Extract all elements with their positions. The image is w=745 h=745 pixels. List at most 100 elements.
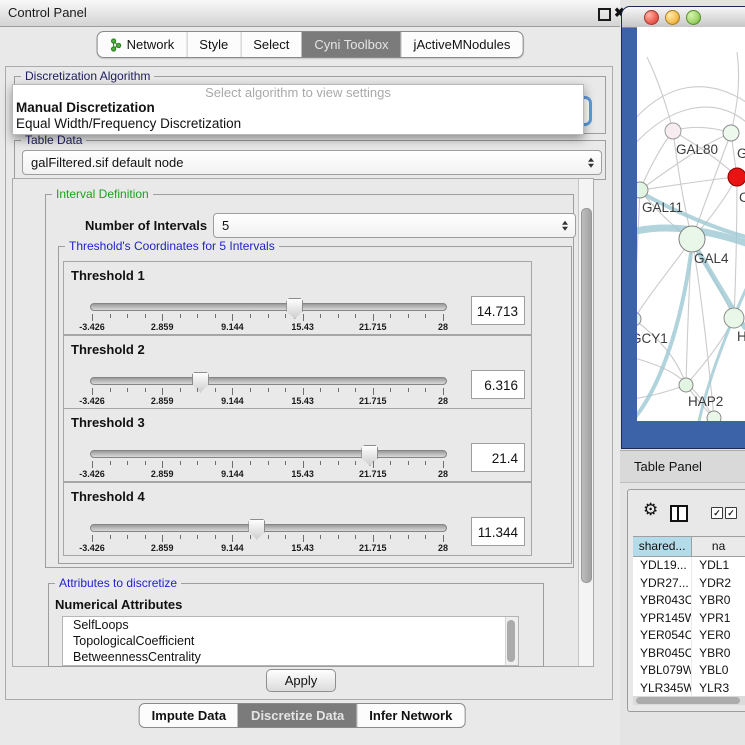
hap2-node[interactable] bbox=[679, 378, 693, 392]
tab-infer-network[interactable]: Infer Network bbox=[356, 704, 464, 727]
slider-track[interactable] bbox=[90, 303, 447, 311]
tick-label: 2.859 bbox=[137, 543, 187, 553]
slider-thumb[interactable] bbox=[286, 298, 303, 319]
combo-stepper-icon bbox=[588, 157, 594, 168]
column-header-shared[interactable]: shared... bbox=[633, 537, 692, 556]
cell-name[interactable]: YLR3 bbox=[692, 680, 745, 697]
network-edge bbox=[637, 239, 692, 319]
attribute-item-selfloops[interactable]: SelfLoops bbox=[63, 617, 518, 633]
checkbox-icon[interactable]: ✓ bbox=[725, 507, 737, 519]
tick-mark bbox=[162, 314, 163, 321]
table-panel-header: Table Panel bbox=[620, 450, 745, 483]
close-light-icon[interactable] bbox=[644, 10, 659, 25]
numerical-attributes-list[interactable]: SelfLoopsTopologicalCoefficientBetweenne… bbox=[62, 616, 519, 666]
list-scrollbar-thumb[interactable] bbox=[507, 620, 515, 662]
table-row[interactable]: YDR27...YDR2 bbox=[633, 575, 745, 593]
cell-name[interactable]: YDL1 bbox=[692, 557, 745, 575]
tick-mark bbox=[268, 314, 269, 318]
list-vertical-scrollbar[interactable] bbox=[505, 617, 518, 665]
columns-icon[interactable] bbox=[670, 505, 688, 522]
threshold-value-field[interactable]: 11.344 bbox=[471, 517, 525, 546]
tick-label: 28 bbox=[418, 322, 468, 332]
threshold-value-field[interactable]: 6.316 bbox=[471, 370, 525, 399]
table-data-selected-value: galFiltered.sif default node bbox=[31, 155, 183, 170]
tab-jactivemnodules[interactable]: jActiveMNodules bbox=[401, 32, 523, 57]
table-row[interactable]: YPR145WYPR1 bbox=[633, 610, 745, 628]
cell-name[interactable]: YER0 bbox=[692, 627, 745, 645]
cell-shared-name[interactable]: YBR045C bbox=[633, 645, 692, 663]
cell-shared-name[interactable]: YBR043C bbox=[633, 592, 692, 610]
dropdown-option-equal-width-frequency-discretization[interactable]: Equal Width/Frequency Discretization bbox=[13, 116, 583, 132]
column-header-name[interactable]: na bbox=[692, 537, 745, 556]
tick-mark bbox=[127, 314, 128, 318]
gear-icon[interactable]: ⚙ bbox=[643, 500, 658, 520]
node-label-hap2: HAP2 bbox=[688, 394, 723, 409]
table-row[interactable]: YLR345WYLR3 bbox=[633, 680, 745, 697]
threshold-value-field[interactable]: 14.713 bbox=[471, 296, 525, 325]
tick-label: 2.859 bbox=[137, 322, 187, 332]
minimize-light-icon[interactable] bbox=[665, 10, 680, 25]
apply-button[interactable]: Apply bbox=[266, 669, 336, 692]
table-data-combobox[interactable]: galFiltered.sif default node bbox=[22, 150, 602, 175]
table-horizontal-scrollbar[interactable] bbox=[633, 696, 745, 705]
cell-shared-name[interactable]: YDR27... bbox=[633, 575, 692, 593]
network-edge bbox=[647, 57, 673, 131]
table-row[interactable]: YBL079WYBL0 bbox=[633, 662, 745, 680]
gal11-node[interactable] bbox=[637, 182, 648, 198]
float-icon[interactable] bbox=[598, 8, 611, 21]
zoom-light-icon[interactable] bbox=[686, 10, 701, 25]
slider-track[interactable] bbox=[90, 377, 447, 385]
tab-cyni-toolbox[interactable]: Cyni Toolbox bbox=[301, 32, 400, 57]
table-row[interactable]: YBR045CYBR0 bbox=[633, 645, 745, 663]
tick-mark bbox=[215, 388, 216, 392]
tab-select[interactable]: Select bbox=[240, 32, 301, 57]
bottom-tabbar: Impute DataDiscretize DataInfer Network bbox=[139, 703, 466, 728]
cell-shared-name[interactable]: YER054C bbox=[633, 627, 692, 645]
cell-shared-name[interactable]: YBL079W bbox=[633, 662, 692, 680]
tick-mark bbox=[180, 388, 181, 392]
number-of-intervals-combobox[interactable]: 5 bbox=[213, 213, 576, 238]
red-node[interactable] bbox=[728, 168, 745, 186]
table-row[interactable]: YER054CYER0 bbox=[633, 627, 745, 645]
slider-thumb[interactable] bbox=[361, 445, 378, 466]
tick-mark bbox=[127, 388, 128, 392]
attribute-item-betweennesscentrality[interactable]: BetweennessCentrality bbox=[63, 649, 518, 665]
tick-mark bbox=[232, 314, 233, 321]
network-canvas[interactable]: GAL80GACGAL11GAL4GCY1HHAP2 bbox=[637, 27, 745, 421]
network-icon bbox=[110, 38, 122, 52]
network-graph[interactable]: GAL80GACGAL11GAL4GCY1HHAP2 bbox=[637, 27, 745, 421]
tab-impute-data[interactable]: Impute Data bbox=[140, 704, 238, 727]
slider-track[interactable] bbox=[90, 524, 447, 532]
node-label-gal80: GAL80 bbox=[676, 142, 718, 157]
table-row[interactable]: YDL19...YDL1 bbox=[633, 557, 745, 575]
network-view-window: GAL80GACGAL11GAL4GCY1HHAP2 bbox=[621, 6, 745, 449]
gal4-node[interactable] bbox=[679, 226, 705, 252]
cell-shared-name[interactable]: YDL19... bbox=[633, 557, 692, 575]
attribute-item-topologicalcoefficient[interactable]: TopologicalCoefficient bbox=[63, 633, 518, 649]
cell-name[interactable]: YBR0 bbox=[692, 645, 745, 663]
cell-name[interactable]: YDR2 bbox=[692, 575, 745, 593]
pane-vertical-scrollbar[interactable] bbox=[578, 179, 593, 666]
cell-name[interactable]: YBL0 bbox=[692, 662, 745, 680]
cell-shared-name[interactable]: YLR345W bbox=[633, 680, 692, 697]
top-right-node[interactable] bbox=[723, 125, 739, 141]
table-scrollbar-thumb[interactable] bbox=[636, 697, 740, 704]
tick-mark bbox=[373, 314, 374, 321]
slider-thumb[interactable] bbox=[192, 372, 209, 393]
cell-name[interactable]: YBR0 bbox=[692, 592, 745, 610]
bottom-node[interactable] bbox=[707, 411, 721, 421]
right-node[interactable] bbox=[724, 308, 744, 328]
cell-shared-name[interactable]: YPR145W bbox=[633, 610, 692, 628]
threshold-value-field[interactable]: 21.4 bbox=[471, 443, 525, 472]
gal80-node[interactable] bbox=[665, 123, 681, 139]
dropdown-option-manual-discretization[interactable]: Manual Discretization bbox=[13, 100, 583, 116]
slider-thumb[interactable] bbox=[248, 519, 265, 540]
checkbox-icon[interactable]: ✓ bbox=[711, 507, 723, 519]
tab-network[interactable]: Network bbox=[98, 32, 187, 57]
tab-style[interactable]: Style bbox=[186, 32, 240, 57]
slider-track[interactable] bbox=[90, 450, 447, 458]
pane-scrollbar-thumb[interactable] bbox=[581, 208, 592, 583]
table-row[interactable]: YBR043CYBR0 bbox=[633, 592, 745, 610]
cell-name[interactable]: YPR1 bbox=[692, 610, 745, 628]
tab-discretize-data[interactable]: Discretize Data bbox=[238, 704, 356, 727]
